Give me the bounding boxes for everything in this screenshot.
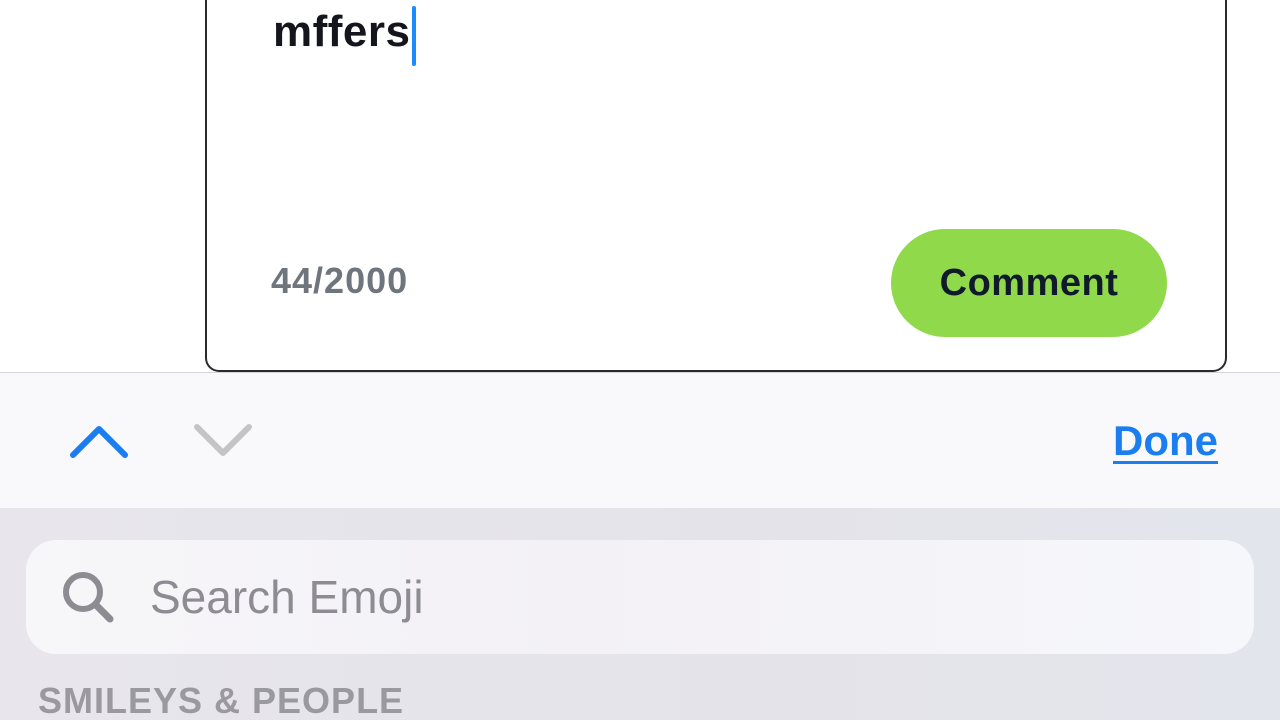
emoji-search-field[interactable] (26, 540, 1254, 654)
character-counter: 44/2000 (271, 260, 409, 301)
emoji-category-heading: SMILEYS & PEOPLE (38, 680, 405, 720)
done-button[interactable]: Done (1113, 417, 1218, 465)
comment-text-value: mffers (273, 7, 411, 56)
comment-textarea[interactable]: mffers (273, 2, 416, 66)
screen: mffers 44/2000 Comment Done Search Emoji… (0, 0, 1280, 720)
next-field-button[interactable] (188, 413, 258, 469)
previous-field-button[interactable] (64, 413, 134, 469)
comment-composer: mffers 44/2000 Comment (205, 0, 1227, 372)
keyboard-accessory-bar: Done (0, 372, 1280, 508)
emoji-keyboard: SMILEYS & PEOPLE (0, 508, 1280, 720)
emoji-search-input[interactable] (150, 570, 1050, 624)
search-icon (60, 569, 116, 625)
chevron-up-icon (70, 426, 128, 458)
comment-button[interactable]: Comment (891, 229, 1167, 337)
chevron-down-icon (194, 424, 252, 456)
text-cursor (411, 6, 416, 66)
